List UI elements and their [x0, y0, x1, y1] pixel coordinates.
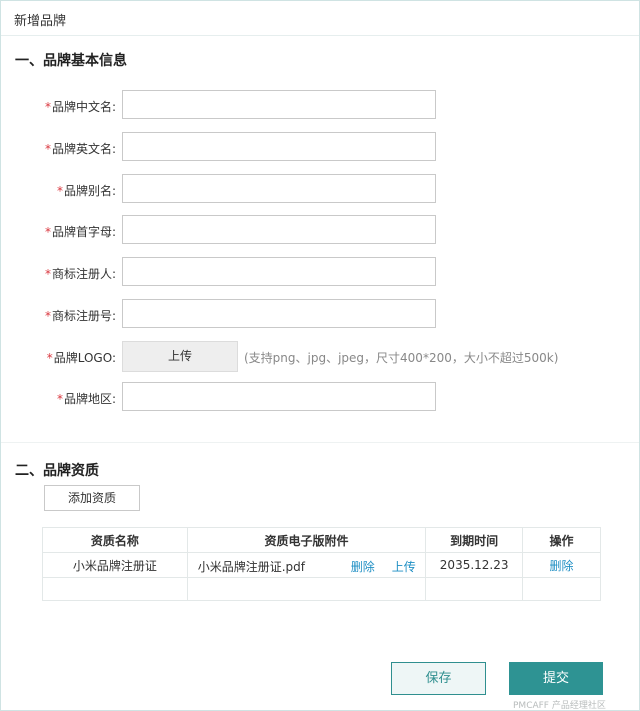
required-mark: * [46, 351, 53, 365]
form-row-brand-region: *品牌地区: [1, 382, 640, 414]
attachment-delete-link[interactable]: 删除 [351, 558, 375, 575]
form-row-brand-alias: *品牌别名: [1, 174, 640, 206]
section-title-basic-info: 一、品牌基本信息 [15, 53, 127, 69]
brand-region-input[interactable] [122, 382, 436, 411]
brand-alias-input[interactable] [122, 174, 436, 203]
field-label: *品牌地区: [57, 390, 116, 407]
required-mark: * [44, 267, 51, 281]
logo-upload-hint: (支持png、jpg、jpeg，尺寸400*200，大小不超过500k) [244, 351, 559, 365]
dialog-frame: 新增品牌 一、品牌基本信息 *品牌中文名: *品牌英文名: *品牌别名: *品牌… [0, 0, 640, 711]
required-mark: * [44, 142, 51, 156]
field-label: *品牌别名: [57, 182, 116, 199]
empty-cell [425, 577, 524, 601]
attachment-filename: 小米品牌注册证.pdf [197, 560, 305, 574]
submit-button[interactable]: 提交 [509, 662, 603, 695]
brand-en-name-input[interactable] [122, 132, 436, 161]
field-label-text: 商标注册号: [51, 309, 116, 323]
field-label: *品牌英文名: [45, 140, 116, 157]
field-label-text: 品牌中文名: [51, 100, 116, 114]
dialog-header: 新增品牌 [1, 1, 639, 36]
field-label-text: 品牌首字母: [51, 225, 116, 239]
column-header-expiry: 到期时间 [425, 527, 524, 553]
field-label: *商标注册号: [45, 307, 116, 324]
save-button[interactable]: 保存 [391, 662, 486, 695]
empty-cell [522, 577, 601, 601]
field-label-text: 品牌LOGO: [53, 351, 116, 365]
field-label: *品牌首字母: [45, 223, 116, 240]
form-row-brand-en-name: *品牌英文名: [1, 132, 640, 164]
qualification-name-cell: 小米品牌注册证 [42, 552, 188, 578]
table-row-empty [42, 577, 601, 601]
field-label: *品牌中文名: [45, 98, 116, 115]
required-mark: * [44, 309, 51, 323]
row-delete-link[interactable]: 删除 [550, 559, 574, 573]
required-mark: * [56, 184, 63, 198]
form-row-brand-cn-name: *品牌中文名: [1, 90, 640, 122]
attachment-upload-link[interactable]: 上传 [392, 558, 416, 575]
column-header-attachment: 资质电子版附件 [186, 527, 427, 553]
required-mark: * [44, 225, 51, 239]
form-row-trademark-number: *商标注册号: [1, 299, 640, 331]
field-label-text: 品牌英文名: [51, 142, 116, 156]
field-label-text: 商标注册人: [51, 267, 116, 281]
empty-cell [42, 577, 188, 601]
dialog-title: 新增品牌 [14, 14, 67, 29]
attachment-cell: 小米品牌注册证.pdf 删除 上传 [186, 552, 427, 578]
form-row-brand-logo: *品牌LOGO: 上传 (支持png、jpg、jpeg，尺寸400*200，大小… [1, 341, 640, 373]
trademark-number-input[interactable] [122, 299, 436, 328]
brand-initial-input[interactable] [122, 215, 436, 244]
section-divider [1, 442, 639, 443]
section-title-qualification: 二、品牌资质 [15, 463, 99, 479]
field-label-text: 品牌地区: [63, 392, 116, 406]
field-label-text: 品牌别名: [63, 184, 116, 198]
table-header-row: 资质名称 资质电子版附件 到期时间 操作 [42, 527, 601, 553]
trademark-registrant-input[interactable] [122, 257, 436, 286]
actions-cell: 删除 [522, 552, 601, 578]
form-row-trademark-registrant: *商标注册人: [1, 257, 640, 289]
required-mark: * [44, 100, 51, 114]
footer-watermark-text: PMCAFF 产品经理社区 [513, 701, 606, 711]
form-row-brand-initial: *品牌首字母: [1, 215, 640, 247]
qualification-table: 资质名称 资质电子版附件 到期时间 操作 小米品牌注册证 小米品牌注册证.pdf… [42, 527, 601, 601]
add-qualification-button[interactable]: 添加资质 [44, 485, 140, 511]
brand-cn-name-input[interactable] [122, 90, 436, 119]
field-label: *品牌LOGO: [47, 349, 116, 366]
column-header-name: 资质名称 [42, 527, 188, 553]
empty-cell [186, 577, 427, 601]
expiry-date-cell: 2035.12.23 [425, 552, 524, 578]
table-row: 小米品牌注册证 小米品牌注册证.pdf 删除 上传 2035.12.23 删除 [42, 552, 601, 578]
field-label: *商标注册人: [45, 265, 116, 282]
required-mark: * [56, 392, 63, 406]
logo-upload-button[interactable]: 上传 [122, 341, 238, 372]
column-header-actions: 操作 [522, 527, 601, 553]
